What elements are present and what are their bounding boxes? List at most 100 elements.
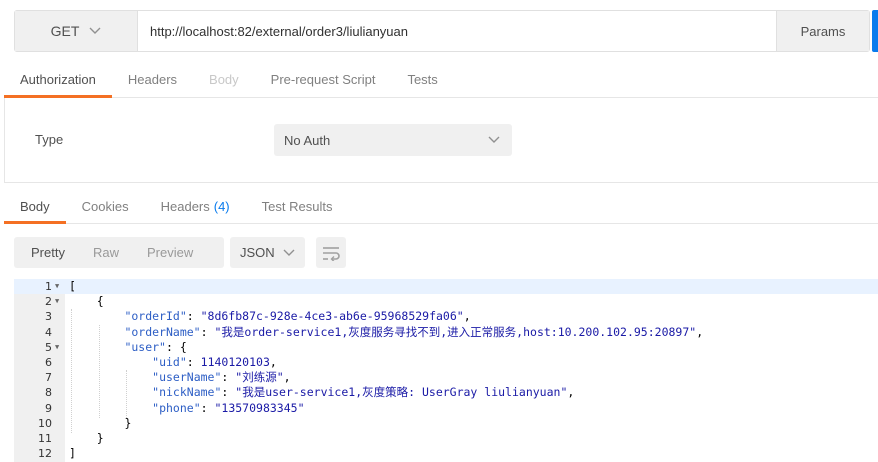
code-line: 7 "userName": "刘练源", bbox=[14, 370, 878, 385]
request-bar: GET http://localhost:82/external/order3/… bbox=[14, 10, 870, 52]
tab-label: Headers bbox=[127, 72, 178, 87]
code-line: 9 "phone": "13570983345" bbox=[14, 401, 878, 416]
code-line: 3 "orderId": "8d6fb87c-928e-4ce3-ab6e-959… bbox=[14, 309, 878, 324]
line-number: 3 bbox=[45, 310, 52, 324]
json-punct: : bbox=[200, 324, 215, 339]
code-text: "phone": "13570983345" bbox=[152, 401, 304, 416]
json-punct: : bbox=[186, 309, 201, 324]
line-number: 4 bbox=[45, 325, 52, 339]
fold-arrow-icon[interactable]: ▼ bbox=[55, 279, 59, 294]
json-key: "phone" bbox=[152, 400, 201, 415]
response-tab-test-results[interactable]: Test Results bbox=[246, 189, 349, 223]
code-text: [ bbox=[69, 279, 76, 294]
language-value: JSON bbox=[240, 245, 275, 260]
code-text: "user": { bbox=[124, 340, 186, 355]
chevron-down-icon bbox=[283, 249, 295, 256]
response-tab-headers[interactable]: Headers (4) bbox=[145, 189, 246, 223]
response-tab-body[interactable]: Body bbox=[4, 189, 66, 224]
tab-label: Body bbox=[209, 72, 239, 87]
line-number: 12 bbox=[38, 447, 52, 461]
json-string: "我是order-service1,灰度服务寻找不到,进入正常服务,host:1… bbox=[214, 324, 697, 339]
indent-guide bbox=[71, 309, 72, 433]
code-line: 12] bbox=[14, 446, 878, 461]
auth-type-value: No Auth bbox=[284, 132, 331, 148]
indent-guide bbox=[126, 370, 128, 418]
panel-border bbox=[4, 98, 5, 183]
language-select[interactable]: JSON bbox=[230, 237, 305, 268]
fold-arrow-icon[interactable]: ▼ bbox=[55, 340, 59, 355]
line-number: 11 bbox=[38, 432, 52, 445]
json-key: "orderId" bbox=[124, 309, 187, 324]
tab-headers[interactable]: Headers bbox=[112, 62, 193, 97]
code-line: 8 "nickName": "我是user-service1,灰度策略: User… bbox=[14, 385, 878, 400]
line-number: 7 bbox=[45, 371, 52, 385]
tab-tests[interactable]: Tests bbox=[391, 62, 453, 97]
indent-guide bbox=[98, 324, 100, 418]
send-button-edge[interactable] bbox=[872, 10, 878, 52]
url-text: http://localhost:82/external/order3/liul… bbox=[150, 23, 408, 39]
json-punct: : bbox=[186, 355, 201, 369]
tab-body: Body bbox=[193, 62, 255, 97]
response-body-viewer[interactable]: 1 ▼[2 ▼{3 "orderId": "8d6fb87c-928e-4ce3-ab… bbox=[14, 279, 878, 462]
wrap-lines-button[interactable] bbox=[316, 237, 346, 268]
tab-label: Tests bbox=[407, 72, 438, 87]
view-preview-button[interactable]: Preview bbox=[133, 237, 207, 268]
tab-pre-request-script[interactable]: Pre-request Script bbox=[255, 62, 392, 97]
code-text: "nickName": "我是user-service1,灰度策略: UserG… bbox=[152, 385, 574, 400]
line-number: 5 bbox=[45, 340, 52, 354]
tab-label: Headers bbox=[160, 198, 210, 214]
json-punct: , bbox=[567, 385, 575, 400]
code-text: ] bbox=[69, 446, 76, 461]
auth-type-label: Type bbox=[35, 132, 64, 147]
code-line: 4 "orderName": "我是order-service1,灰度服务寻找不到… bbox=[14, 325, 878, 340]
code-line: 10} bbox=[14, 416, 878, 431]
fold-arrow-icon[interactable]: ▼ bbox=[55, 294, 59, 309]
json-string: "刘练源" bbox=[235, 370, 284, 385]
line-number: 1 bbox=[45, 280, 52, 293]
view-pretty-button[interactable]: Pretty bbox=[14, 237, 79, 268]
tab-label: Test Results bbox=[261, 198, 333, 214]
json-punct: : bbox=[221, 370, 236, 385]
code-text: } bbox=[97, 431, 104, 446]
code-text: { bbox=[97, 294, 104, 309]
tab-label: Pre-request Script bbox=[270, 72, 376, 87]
json-punct: : bbox=[200, 400, 215, 415]
json-punct: ] bbox=[69, 446, 76, 461]
header-count-badge: (4) bbox=[213, 198, 230, 214]
code-text: "orderName": "我是order-service1,灰度服务寻找不到,… bbox=[124, 325, 703, 340]
json-key: "userName" bbox=[152, 370, 222, 385]
response-tab-cookies[interactable]: Cookies bbox=[66, 189, 145, 223]
code-text: "userName": "刘练源", bbox=[152, 370, 290, 385]
json-punct: , bbox=[269, 355, 277, 369]
json-punct: } bbox=[96, 431, 104, 445]
code-line: 11} bbox=[14, 431, 878, 446]
code-line: 6 "uid": 1140120103, bbox=[14, 355, 878, 370]
method-select[interactable]: GET bbox=[15, 11, 138, 51]
json-string: "我是user-service1,灰度策略: UserGray liuliany… bbox=[235, 385, 568, 400]
tab-label: Cookies bbox=[81, 198, 129, 214]
code-line: 1 ▼ [ bbox=[14, 279, 878, 295]
chevron-down-icon bbox=[488, 136, 500, 143]
json-punct: : { bbox=[165, 339, 187, 354]
params-button[interactable]: Params bbox=[776, 11, 869, 51]
line-number: 6 bbox=[45, 356, 52, 369]
code-text: } bbox=[124, 416, 131, 431]
json-punct: { bbox=[96, 294, 104, 309]
json-punct: : bbox=[221, 385, 236, 400]
tab-label: Authorization bbox=[20, 72, 96, 87]
chevron-down-icon bbox=[89, 27, 101, 34]
line-number: 9 bbox=[45, 401, 52, 415]
response-tabs: Body Cookies Headers (4) Test Results bbox=[4, 189, 878, 224]
code-text: "uid": 1140120103, bbox=[152, 355, 277, 370]
line-number: 2 bbox=[45, 295, 52, 309]
json-number: 1140120103 bbox=[200, 355, 270, 369]
code-line: 2 ▼ { bbox=[14, 294, 878, 309]
section-divider bbox=[4, 182, 878, 183]
auth-type-select[interactable]: No Auth bbox=[274, 124, 512, 156]
tab-authorization[interactable]: Authorization bbox=[4, 62, 112, 98]
json-key: "uid" bbox=[152, 355, 187, 369]
json-punct: , bbox=[696, 324, 704, 339]
wrap-lines-icon bbox=[323, 246, 340, 261]
view-raw-button[interactable]: Raw bbox=[79, 237, 133, 268]
url-input[interactable]: http://localhost:82/external/order3/liul… bbox=[138, 11, 776, 51]
